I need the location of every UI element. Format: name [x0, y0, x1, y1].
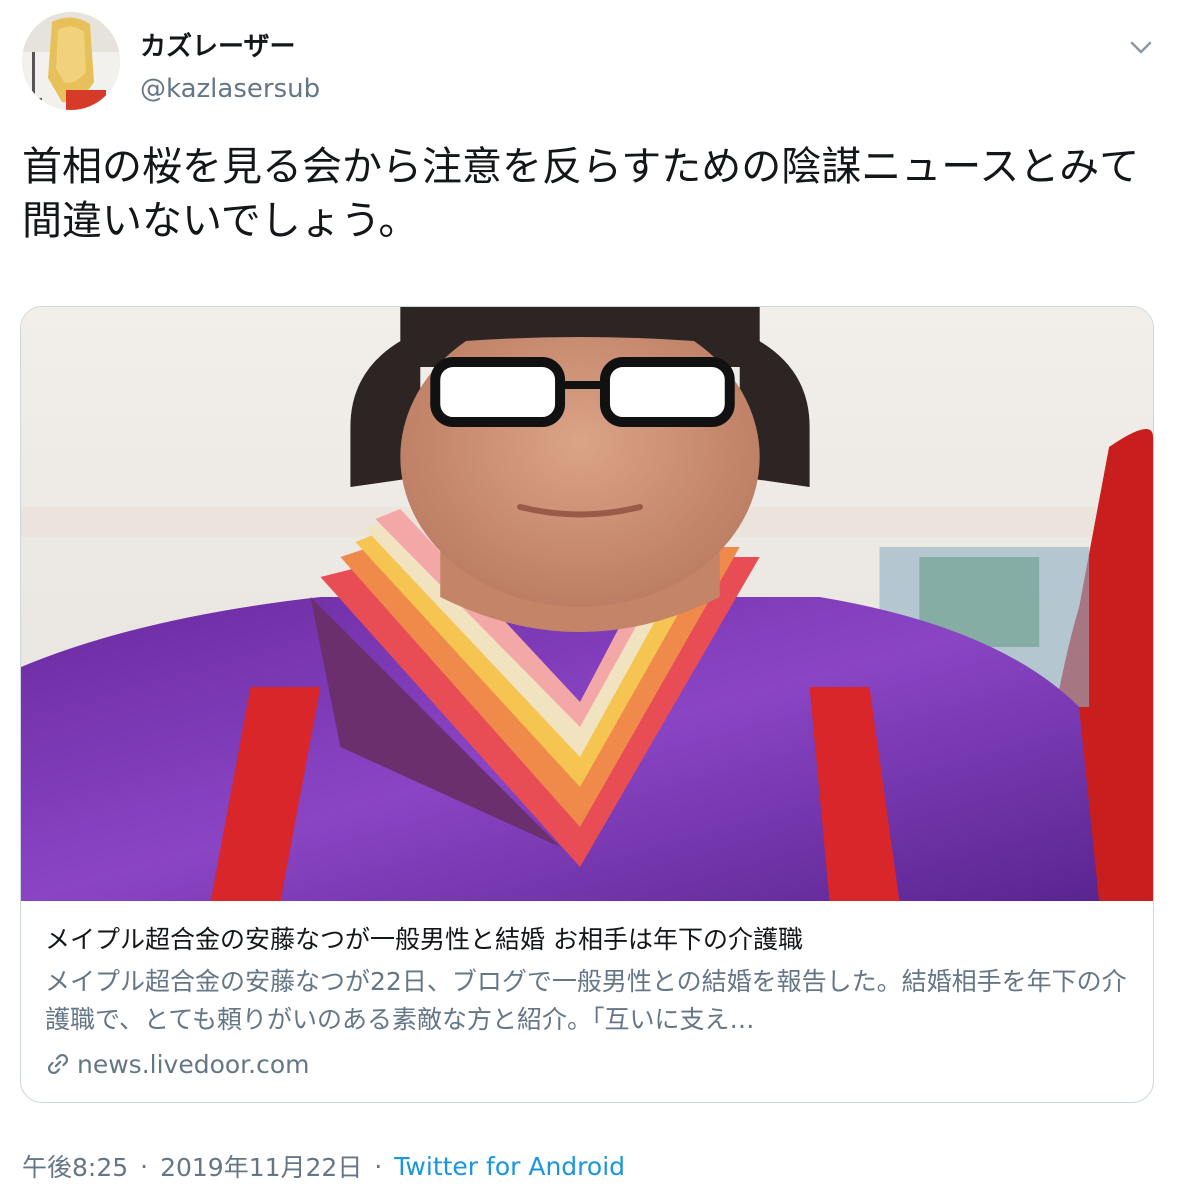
tweet-date[interactable]: 2019年11月22日 [160, 1148, 362, 1184]
link-card[interactable]: メイプル超合金の安藤なつが一般男性と結婚 お相手は年下の介護職 メイプル超合金の… [20, 306, 1154, 1103]
meta-separator: · [374, 1151, 383, 1181]
card-title[interactable]: メイプル超合金の安藤なつが一般男性と結婚 お相手は年下の介護職 [45, 923, 1131, 957]
tweet-text: 首相の桜を見る会から注意を反らすための陰謀ニュースとみて間違いないでしょう。 [22, 144, 1140, 244]
user-handle[interactable]: @kazlasersub [140, 72, 320, 106]
avatar-image [22, 12, 120, 110]
card-domain-text[interactable]: news.livedoor.com [77, 1050, 310, 1079]
link-icon [48, 1054, 68, 1074]
tweet-source-link[interactable]: Twitter for Android [394, 1152, 625, 1181]
tweet-time[interactable]: 午後8:25 [22, 1148, 128, 1184]
avatar[interactable] [22, 12, 120, 110]
tweet-meta: 午後8:25 · 2019年11月22日 · Twitter for Andro… [22, 1148, 625, 1184]
meta-separator: · [140, 1151, 149, 1181]
chevron-down-icon[interactable] [1124, 30, 1158, 64]
card-image [21, 307, 1153, 901]
card-domain[interactable]: news.livedoor.com [45, 1047, 310, 1081]
card-description: メイプル超合金の安藤なつが22日、ブログで一般男性との結婚を報告した。結婚相手を… [45, 967, 1127, 1034]
display-name[interactable]: カズレーザー [140, 30, 295, 64]
